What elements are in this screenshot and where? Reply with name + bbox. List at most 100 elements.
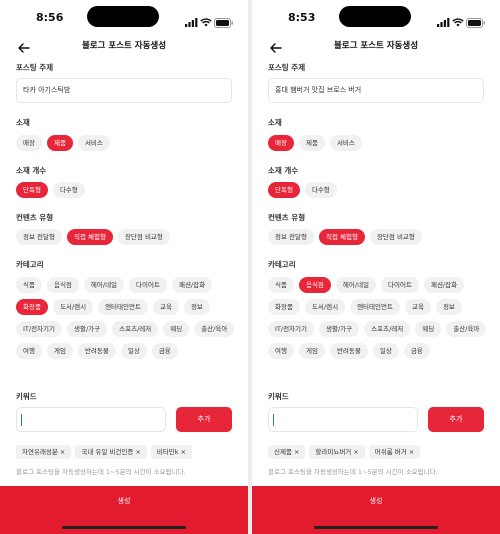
category-chip[interactable]: 게임 <box>46 343 73 359</box>
add-keyword-button[interactable]: 추가 <box>176 407 232 432</box>
category-chip[interactable]: 반려동물 <box>329 343 368 359</box>
keyword-input[interactable] <box>16 407 166 432</box>
category-chip[interactable]: 금융 <box>151 343 178 359</box>
category-chip[interactable]: 엔터테인먼트 <box>98 299 148 315</box>
material-chip[interactable]: 서비스 <box>77 135 110 151</box>
category-chip[interactable]: 금융 <box>403 343 430 359</box>
category-chip[interactable]: 출산/육아 <box>194 321 235 337</box>
category-chip[interactable]: 교육 <box>404 299 431 315</box>
keyword-tag[interactable]: 신제품 × <box>268 445 306 459</box>
remove-tag-icon[interactable]: × <box>409 448 414 456</box>
category-label: 카테고리 <box>268 260 296 269</box>
add-keyword-button[interactable]: 추가 <box>428 407 484 432</box>
keyword-input[interactable] <box>268 407 418 432</box>
remove-tag-icon[interactable]: × <box>353 448 358 456</box>
status-bar: 8:53 <box>252 0 500 34</box>
header-bar: 블로그 포스트 자동생성 <box>252 36 500 54</box>
material-chip[interactable]: 제품 <box>298 135 325 151</box>
keyword-tag[interactable]: 비타민k × <box>150 445 192 459</box>
content-type-chip-group: 정보 전달형 직접 체험형 장단점 비교형 <box>16 229 240 251</box>
remove-tag-icon[interactable]: × <box>181 448 186 456</box>
keyword-tag[interactable]: 할라피뇨버거 × <box>309 445 365 459</box>
category-chip[interactable]: 다이어트 <box>381 277 419 293</box>
content-type-chip[interactable]: 정보 전달형 <box>16 229 62 245</box>
keyword-tags: 자연유래성분 × 국내 유일 비건인증 × 비타민k × <box>16 445 246 459</box>
content-type-chip[interactable]: 직접 체험형 <box>66 229 113 245</box>
category-chip[interactable]: 웨딩 <box>415 321 442 337</box>
count-chip[interactable]: 다수형 <box>52 182 85 198</box>
content-type-chip[interactable]: 장단점 비교형 <box>369 229 422 245</box>
status-icons <box>183 12 234 28</box>
category-chip[interactable]: 웨딩 <box>163 321 190 337</box>
dynamic-island <box>339 6 411 27</box>
category-chip[interactable]: 게임 <box>298 343 325 359</box>
material-chip[interactable]: 서비스 <box>329 135 362 151</box>
category-chip[interactable]: 헤어/네일 <box>83 277 125 293</box>
category-chip[interactable]: 교육 <box>152 299 179 315</box>
category-chip[interactable]: 여행 <box>16 343 42 359</box>
category-chip[interactable]: 화장품 <box>16 299 48 315</box>
count-chip[interactable]: 단독형 <box>16 182 48 198</box>
category-chip[interactable]: 일상 <box>120 343 147 359</box>
category-chip[interactable]: 정보 <box>435 299 462 315</box>
category-chip[interactable]: 도서/렌시 <box>52 299 94 315</box>
category-chip[interactable]: 스포츠/레저 <box>364 321 411 337</box>
category-chip[interactable]: 도서/렌시 <box>304 299 346 315</box>
category-chip[interactable]: 화장품 <box>268 299 300 315</box>
count-chip[interactable]: 단독형 <box>268 182 300 198</box>
remove-tag-icon[interactable]: × <box>60 448 65 456</box>
topic-input[interactable]: 홍대 햄버거 맛집 브로스 버거 <box>268 78 484 103</box>
material-label: 소재 <box>268 118 282 127</box>
material-chip[interactable]: 매장 <box>16 135 42 151</box>
content-type-chip[interactable]: 정보 전달형 <box>268 229 314 245</box>
content-type-chip[interactable]: 직접 체험형 <box>318 229 365 245</box>
generate-button[interactable]: 생성 <box>0 486 248 534</box>
keyword-tag-text: 국내 유일 비건인증 <box>81 448 134 456</box>
category-chip[interactable]: 식품 <box>268 277 294 293</box>
keyword-tag[interactable]: 국내 유일 비건인증 × <box>75 445 147 459</box>
material-chip-group: 매장 제품 서비스 <box>268 135 492 157</box>
category-chip[interactable]: 생활/가구 <box>319 321 360 337</box>
material-label: 소재 <box>16 118 30 127</box>
category-chip[interactable]: IT/전자기기 <box>16 321 62 337</box>
generate-button-label: 생성 <box>117 497 131 505</box>
material-chip-group: 매장 제품 서비스 <box>16 135 240 157</box>
topic-label: 포스팅 주제 <box>268 63 306 72</box>
category-chip[interactable]: 엔터테인먼트 <box>350 299 400 315</box>
remove-tag-icon[interactable]: × <box>294 448 299 456</box>
category-chip[interactable]: 다이어트 <box>129 277 167 293</box>
keyword-tag[interactable]: 머쉬룸 버거 × <box>368 445 421 459</box>
category-chip[interactable]: 생활/가구 <box>67 321 108 337</box>
count-chip-group: 단독형 다수형 <box>268 182 492 204</box>
category-chip[interactable]: 반려동물 <box>77 343 116 359</box>
category-chip[interactable]: 식품 <box>16 277 42 293</box>
category-chip[interactable]: 일상 <box>372 343 399 359</box>
text-cursor <box>273 414 274 426</box>
material-chip[interactable]: 매장 <box>268 135 294 151</box>
phone-screen: 8:56 블로그 포스트 자동생성 포스팅 주제 타카 아기스틱밤 소재 매장 제품 서비스 소… <box>0 0 248 534</box>
category-label: 카테고리 <box>16 260 44 269</box>
material-chip[interactable]: 제품 <box>46 135 73 151</box>
content-type-label: 컨텐츠 유형 <box>16 213 54 222</box>
category-chip[interactable]: 음식점 <box>46 277 79 293</box>
category-chip[interactable]: 음식점 <box>298 277 331 293</box>
category-chip[interactable]: 여행 <box>268 343 294 359</box>
category-chip[interactable]: 스포츠/레저 <box>112 321 159 337</box>
category-chip[interactable]: 패션/잡화 <box>423 277 465 293</box>
content-type-chip[interactable]: 장단점 비교형 <box>117 229 170 245</box>
keyword-tag[interactable]: 자연유래성분 × <box>16 445 72 459</box>
category-chip[interactable]: 정보 <box>183 299 210 315</box>
content-type-label: 컨텐츠 유형 <box>268 213 306 222</box>
category-chip[interactable]: 패션/잡화 <box>171 277 213 293</box>
status-icons <box>435 12 486 28</box>
remove-tag-icon[interactable]: × <box>135 448 140 456</box>
category-chip[interactable]: IT/전자기기 <box>268 321 314 337</box>
generate-button[interactable]: 생성 <box>252 486 500 534</box>
category-chip[interactable]: 헤어/네일 <box>335 277 377 293</box>
count-chip[interactable]: 다수형 <box>304 182 337 198</box>
keyword-label: 키워드 <box>268 392 289 401</box>
topic-input[interactable]: 타카 아기스틱밤 <box>16 78 232 103</box>
signal-icon <box>435 12 450 31</box>
category-chip[interactable]: 출산/육아 <box>446 321 487 337</box>
battery-icon <box>212 12 234 31</box>
